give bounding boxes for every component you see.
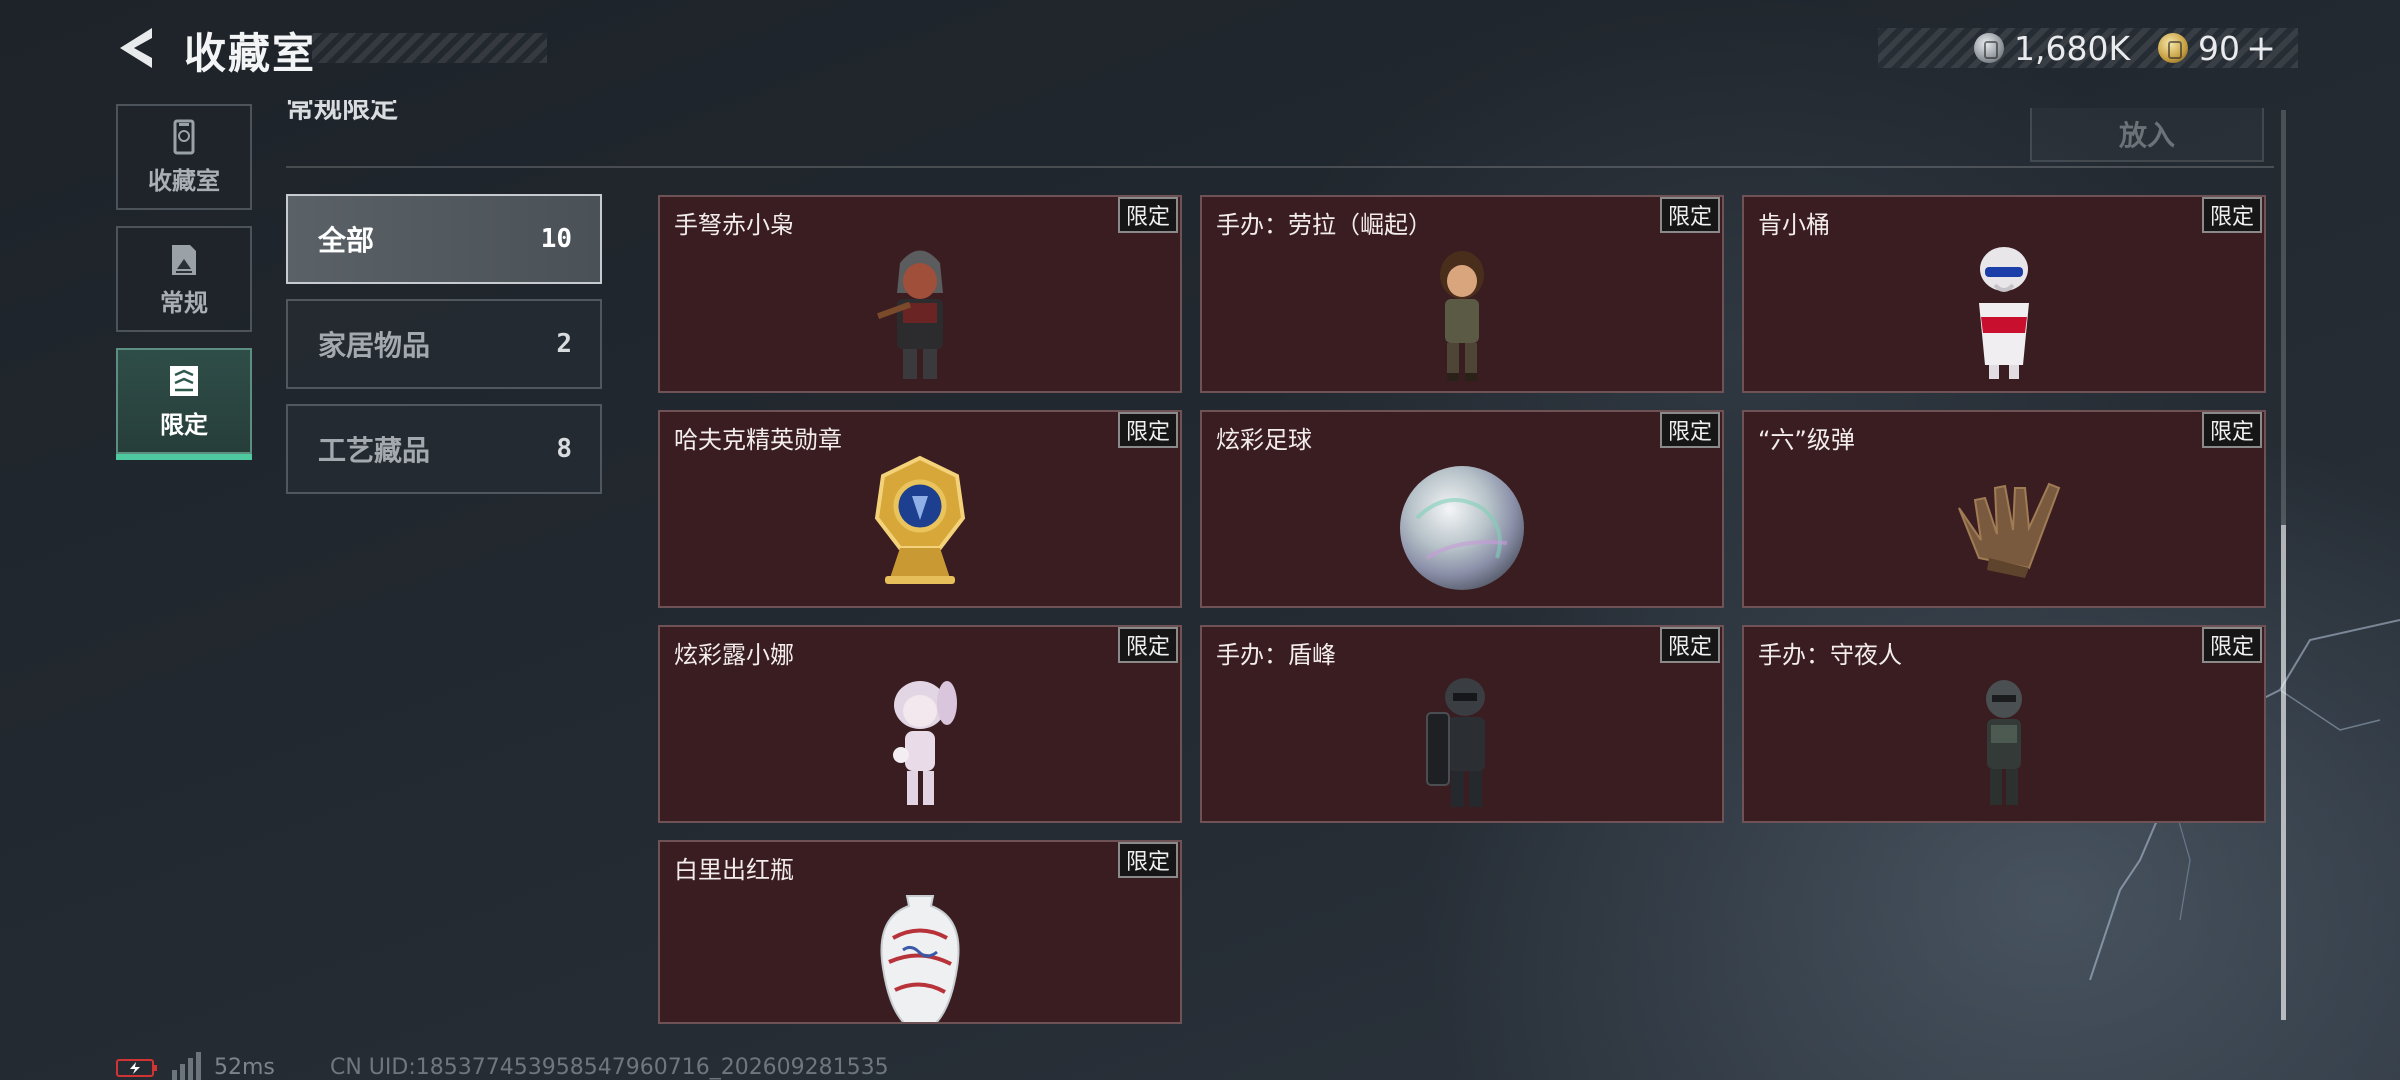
item-name: 炫彩足球 [1216, 426, 1312, 454]
filter-craft-collectibles[interactable]: 工艺藏品 8 [286, 404, 602, 494]
back-arrow-icon[interactable] [112, 22, 164, 74]
sidebar-item-label: 限定 [160, 410, 208, 439]
scrollbar-thumb[interactable] [2281, 525, 2286, 1020]
collection-item-card[interactable]: 肯小桶 限定 [1742, 195, 2266, 393]
section-title: 常规限定 [286, 100, 399, 122]
limited-badge: 限定 [1118, 412, 1178, 448]
limited-badge: 限定 [1118, 197, 1178, 233]
silver-currency-value: 1,680K [2014, 28, 2131, 68]
collection-item-card[interactable]: 白里出红瓶 限定 [658, 840, 1182, 1024]
add-currency-button[interactable]: + [2246, 28, 2276, 69]
limited-badge: 限定 [1660, 627, 1720, 663]
porcelain-vase-icon [880, 895, 960, 1022]
section-title-container: 常规限定 [286, 100, 586, 122]
collection-item-card[interactable]: 炫彩足球 限定 [1200, 410, 1724, 608]
bronze-hand-sculpture-icon [1958, 482, 2061, 578]
filter-count: 10 [540, 224, 572, 254]
limited-card-icon [170, 365, 198, 396]
network-latency: 52ms [214, 1055, 275, 1080]
pastel-girl-figure-icon [893, 681, 957, 805]
collection-item-card[interactable]: 手办：盾峰 限定 [1200, 625, 1724, 823]
filter-home-items[interactable]: 家居物品 2 [286, 299, 602, 389]
sidebar-item-label: 常规 [160, 288, 208, 317]
item-name: “六”级弹 [1758, 426, 1855, 454]
limited-badge: 限定 [1660, 412, 1720, 448]
limited-badge: 限定 [2202, 627, 2262, 663]
collection-item-card[interactable]: 手办：守夜人 限定 [1742, 625, 2266, 823]
filter-count: 2 [556, 329, 572, 359]
item-name: 炫彩露小娜 [674, 641, 794, 669]
armored-soldier-figure-icon [1986, 680, 2022, 805]
limited-badge: 限定 [1118, 627, 1178, 663]
iridescent-ball-icon [1400, 466, 1524, 590]
document-icon [172, 244, 196, 275]
sidebar-item-regular[interactable]: 常规 [116, 226, 252, 332]
item-name: 哈夫克精英勋章 [674, 426, 842, 454]
trophy-cabinet-icon [173, 119, 195, 154]
filter-label: 工艺藏品 [318, 434, 431, 467]
battery-icon [116, 1059, 157, 1077]
item-name: 手弩赤小枭 [674, 211, 794, 239]
collection-item-card[interactable]: 手弩赤小枭 限定 [658, 195, 1182, 393]
filter-all[interactable]: 全部 10 [286, 194, 602, 284]
item-name: 肯小桶 [1758, 211, 1830, 239]
gold-medal-trophy-icon [874, 455, 966, 584]
filter-label: 全部 [318, 224, 375, 257]
gold-currency[interactable]: 90 + [2158, 28, 2276, 69]
explorer-figure-icon [1440, 251, 1484, 381]
section-divider [286, 166, 2274, 168]
limited-badge: 限定 [2202, 412, 2262, 448]
hooded-crossbow-figure-icon [877, 250, 943, 379]
limited-badge: 限定 [2202, 197, 2262, 233]
put-in-button[interactable]: 放入 [2030, 108, 2264, 162]
limited-badge: 限定 [1118, 842, 1178, 878]
user-uid: CN UID:18537745395854796071​6_2026092815… [330, 1055, 889, 1080]
item-name: 白里出红瓶 [674, 856, 794, 884]
title-decoration [312, 33, 547, 63]
filter-label: 家居物品 [318, 329, 431, 362]
sidebar-item-collection-room[interactable]: 收藏室 [116, 104, 252, 210]
collection-item-card[interactable]: “六”级弹 限定 [1742, 410, 2266, 608]
item-name: 手办：守夜人 [1758, 641, 1902, 669]
page-title: 收藏室 [184, 29, 317, 78]
filter-count: 8 [556, 434, 572, 464]
limited-badge: 限定 [1660, 197, 1720, 233]
silver-currency[interactable]: 1,680K [1974, 28, 2130, 68]
collection-item-card[interactable]: 手办：劳拉（崛起） 限定 [1200, 195, 1724, 393]
signal-strength-icon [172, 1052, 201, 1080]
bucket-mascot-figure-icon [1979, 247, 2029, 379]
sidebar-item-label: 收藏室 [148, 166, 220, 195]
shield-soldier-figure-icon [1426, 678, 1485, 807]
silver-coin-icon [1974, 33, 2004, 63]
gold-currency-value: 90 [2198, 28, 2240, 68]
gold-coin-icon [2158, 33, 2188, 63]
collection-item-card[interactable]: 哈夫克精英勋章 限定 [658, 410, 1182, 608]
sidebar-item-limited[interactable]: 限定 [116, 348, 252, 460]
collection-item-card[interactable]: 炫彩露小娜 限定 [658, 625, 1182, 823]
item-name: 手办：盾峰 [1216, 641, 1336, 669]
